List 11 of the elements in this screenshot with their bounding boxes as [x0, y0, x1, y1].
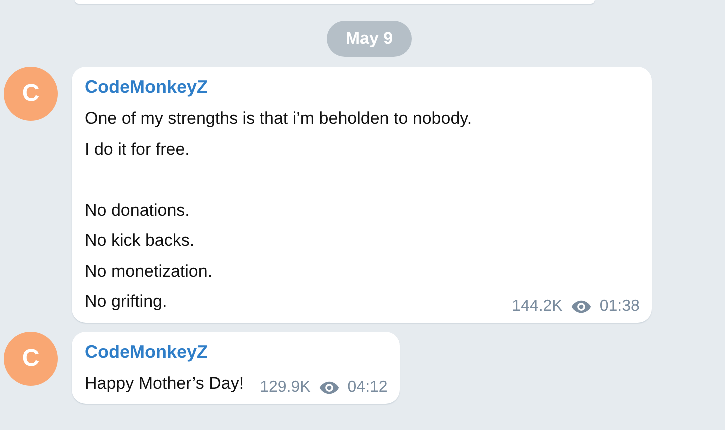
author-name[interactable]: CodeMonkeyZ — [85, 76, 640, 98]
eye-icon — [318, 381, 340, 395]
message-time: 01:38 — [600, 298, 640, 316]
view-count: 144.2K — [512, 298, 563, 316]
eye-icon — [570, 300, 592, 314]
view-count: 129.9K — [260, 379, 311, 397]
message-text: One of my strengths is that i’m beholden to nobody. I do it for free. No donations. No kick backs. No monetization. No grifting. — [85, 108, 472, 313]
date-separator: May 9 — [326, 21, 412, 57]
message-time: 04:12 — [348, 379, 388, 397]
message-text: Happy Mother’s Day! — [85, 372, 244, 394]
author-name[interactable]: CodeMonkeyZ — [85, 340, 388, 362]
